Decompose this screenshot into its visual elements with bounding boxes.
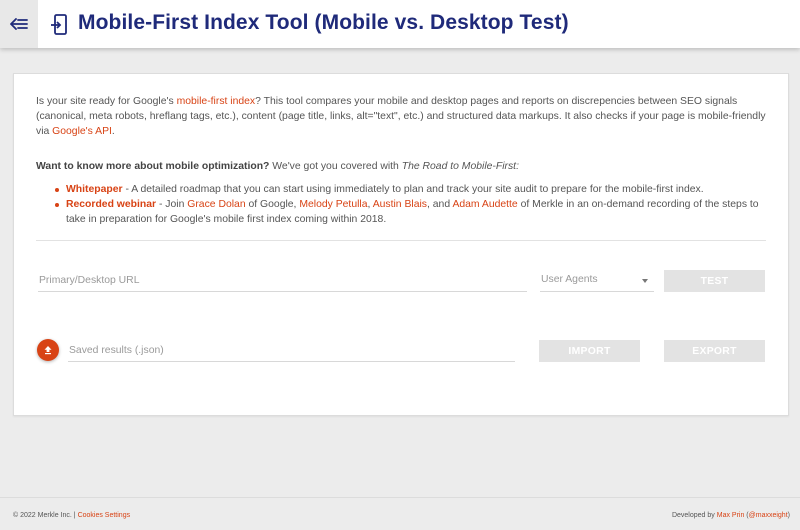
list-item-whitepaper: Whitepaper - A detailed roadmap that you… [55,182,768,197]
app-header: Mobile-First Index Tool (Mobile vs. Desk… [0,0,800,48]
intro-text-1: Is your site ready for Google's [36,96,177,107]
tool-card: Is your site ready for Google's mobile-f… [13,73,789,416]
whitepaper-text: - A detailed roadmap that you can start … [122,184,704,195]
import-button[interactable]: IMPORT [539,340,640,362]
webinar-text-4: , and [427,199,453,210]
export-button[interactable]: EXPORT [664,340,765,362]
webinar-text-2: of Google, [245,199,300,210]
user-agents-select[interactable]: User Agents [540,272,654,292]
webinar-link[interactable]: Recorded webinar [66,199,156,210]
cookies-settings-link[interactable]: Cookies Settings [78,512,131,519]
test-button[interactable]: TEST [664,270,765,292]
chevron-down-icon [642,279,648,283]
list-item-webinar: Recorded webinar - Join Grace Dolan of G… [55,197,768,227]
more-info-title: The Road to Mobile-First: [401,161,519,172]
footer-copyright: © 2022 Merkle Inc. | Cookies Settings [13,512,130,519]
webinar-link-label: Recorded webinar [66,199,157,210]
handle-close-paren: ) [787,512,790,519]
footer-credits: Developed by Max Prin (@maxxeight) [672,512,790,519]
intro-text-3: . [111,126,115,137]
melody-petulla-link[interactable]: Melody Petulla [299,199,367,210]
whitepaper-link-label: Whitepaper [66,184,123,195]
developed-by-text: Developed by [671,512,717,519]
webinar-text-1: - Join [156,199,188,210]
section-divider [36,240,766,241]
mobile-first-index-link[interactable]: mobile-first index [177,96,256,107]
menu-toggle-button[interactable] [0,0,38,48]
copyright-text: © 2022 Merkle Inc. | [13,512,78,519]
upload-button[interactable] [37,339,59,361]
developer-link[interactable]: Max Prin [717,512,745,519]
more-info-text: We've got you covered with [269,161,402,172]
twitter-handle-link[interactable]: @maxxeight [749,512,788,519]
austin-blais-link[interactable]: Austin Blais [373,199,427,210]
page-title: Mobile-First Index Tool (Mobile vs. Desk… [78,11,569,34]
more-info-paragraph: Want to know more about mobile optimizat… [36,161,768,172]
mobile-device-arrow-icon [51,14,67,35]
grace-dolan-link[interactable]: Grace Dolan [187,199,245,210]
desktop-url-input[interactable] [38,272,527,292]
whitepaper-link[interactable]: Whitepaper [66,184,123,195]
resources-list: Whitepaper - A detailed roadmap that you… [55,182,768,227]
saved-results-input[interactable] [68,342,515,362]
upload-icon [44,346,52,355]
google-api-link[interactable]: Google's API [52,126,112,137]
user-agents-label: User Agents [541,274,598,285]
back-arrow-menu-icon [10,18,28,30]
intro-paragraph: Is your site ready for Google's mobile-f… [36,94,768,139]
adam-audette-link[interactable]: Adam Audette [452,199,517,210]
more-info-heading: Want to know more about mobile optimizat… [36,161,270,172]
page-footer: © 2022 Merkle Inc. | Cookies Settings De… [0,497,800,530]
